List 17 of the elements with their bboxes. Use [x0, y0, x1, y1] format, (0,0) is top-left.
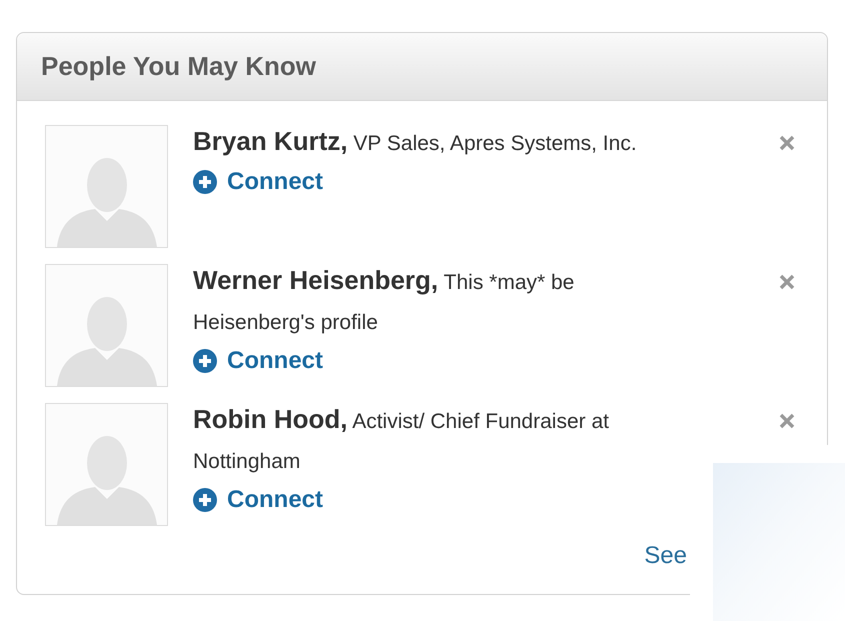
plus-icon [193, 170, 217, 194]
connect-link[interactable]: Connect [193, 164, 323, 200]
plus-icon [193, 488, 217, 512]
plus-icon [193, 349, 217, 373]
person-summary: Robin Hood, Activist/ Chief Fundraiser at Nottingham [193, 403, 610, 475]
close-button[interactable] [777, 133, 797, 153]
avatar-icon [45, 264, 168, 387]
connect-link[interactable]: Connect [193, 343, 323, 379]
see-link[interactable]: See [644, 538, 687, 574]
avatar-icon [45, 125, 168, 248]
close-button[interactable] [777, 411, 797, 431]
card-title: People You May Know [41, 50, 316, 83]
person-summary: Bryan Kurtz, VP Sales, Apres Systems, Inc. [193, 125, 638, 158]
connect-link[interactable]: Connect [193, 482, 323, 518]
close-button[interactable] [777, 272, 797, 292]
person-summary: Werner Heisenberg, This *may* be Heisenberg's profile [193, 264, 576, 336]
avatar-icon [45, 403, 168, 526]
